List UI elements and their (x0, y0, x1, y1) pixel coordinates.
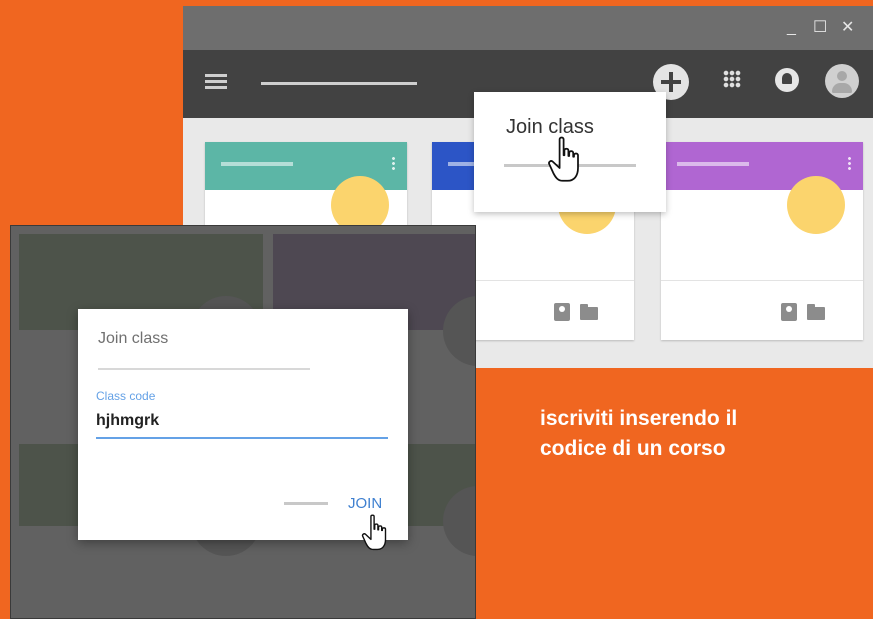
avatar-icon[interactable] (825, 64, 859, 98)
maximize-icon[interactable]: ☐ (813, 20, 827, 36)
caption: iscriviti inserendo il codice di un cors… (540, 404, 860, 464)
caption-line-2: codice di un corso (540, 437, 726, 460)
window-titlebar: _ ☐ ✕ (183, 6, 873, 50)
person-badge-icon[interactable] (554, 303, 570, 321)
class-code-underline (96, 437, 388, 439)
cancel-button[interactable] (284, 502, 328, 505)
folder-icon[interactable] (580, 304, 598, 320)
card-title-placeholder (677, 162, 749, 166)
dialog-divider (98, 368, 310, 370)
person-badge-icon[interactable] (781, 303, 797, 321)
more-icon[interactable] (848, 156, 851, 170)
hamburger-icon[interactable] (205, 74, 227, 90)
apps-grid-icon[interactable] (723, 70, 741, 88)
bell-icon[interactable] (775, 68, 799, 92)
hand-cursor-icon (361, 514, 387, 551)
minimize-icon[interactable]: _ (787, 20, 796, 36)
dialog-title: Join class (98, 330, 169, 347)
caption-line-1: iscriviti inserendo il (540, 407, 738, 430)
card-footer (661, 280, 863, 340)
more-icon[interactable] (392, 156, 395, 170)
class-code-input[interactable]: hjhmgrk (96, 412, 159, 430)
class-card[interactable] (661, 142, 863, 340)
join-class-menu: Join class (474, 92, 666, 212)
card-title-placeholder (221, 162, 293, 166)
app-title-placeholder (261, 82, 417, 85)
join-class-dialog: Join class Class code hjhmgrk JOIN (78, 309, 408, 551)
close-icon[interactable]: ✕ (841, 20, 854, 36)
card-avatar (787, 176, 845, 234)
hand-cursor-icon (548, 136, 579, 182)
class-code-label: Class code (96, 389, 156, 403)
join-button[interactable]: JOIN (348, 495, 382, 512)
folder-icon[interactable] (807, 304, 825, 320)
